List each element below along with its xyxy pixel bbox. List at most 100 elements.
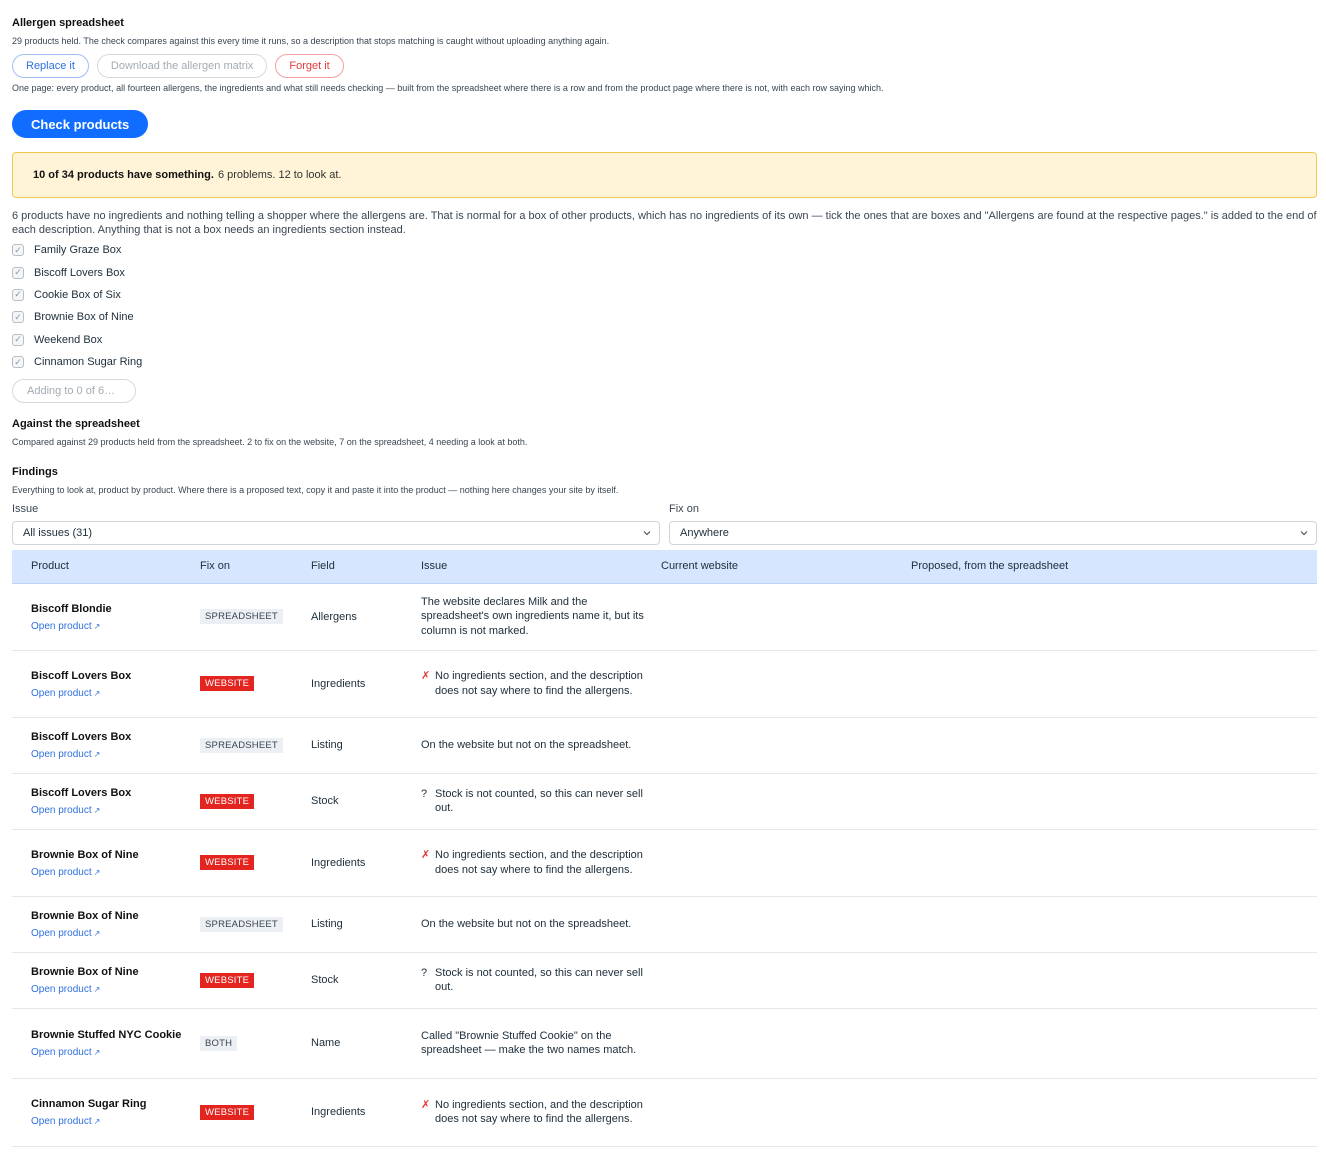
- open-product-link[interactable]: Open product ↗: [31, 749, 100, 760]
- field-cell: Ingredients: [310, 1078, 420, 1147]
- proposed-cell: [910, 896, 1317, 953]
- fixon-filter: Fix on Anywhere: [669, 503, 1317, 545]
- issue-text-wrap: On the website but not on the spreadshee…: [421, 738, 659, 753]
- chevron-down-icon: [1300, 531, 1308, 536]
- open-product-link[interactable]: Open product ↗: [31, 1116, 100, 1127]
- checkbox-label: Brownie Box of Nine: [34, 311, 134, 324]
- fix-on-cell: WEBSITE: [199, 952, 310, 1009]
- box-checkbox-item[interactable]: ✓ Cookie Box of Six: [12, 284, 1317, 306]
- product-cell: Biscoff Lovers Box Open product ↗: [12, 650, 199, 718]
- issue-text-wrap: ? Stock is not counted, so this can never…: [421, 787, 659, 816]
- boxes-intro: 6 products have no ingredients and nothi…: [12, 210, 1317, 236]
- issue-text: Called "Brownie Stuffed Cookie" on the s…: [421, 1029, 637, 1057]
- fix-on-badge: SPREADSHEET: [200, 737, 283, 753]
- checkbox[interactable]: ✓: [12, 311, 24, 324]
- issue-text-wrap: ✗ No ingredients section, and the descrip…: [421, 669, 659, 698]
- issue-cell: ✗ No ingredients section, and the descrip…: [420, 829, 660, 897]
- issue-text-wrap: Called "Brownie Stuffed Cookie" on the s…: [421, 1029, 659, 1058]
- open-product-link[interactable]: Open product ↗: [31, 688, 100, 699]
- proposed-cell: [910, 1078, 1317, 1147]
- open-product-link[interactable]: Open product ↗: [31, 621, 100, 632]
- replace-button[interactable]: Replace it: [12, 54, 89, 78]
- issue-cell: The website declares Milk and the spread…: [420, 583, 660, 651]
- issue-cell: ? Stock is not counted, so this can never…: [420, 952, 660, 1009]
- box-checkbox-item[interactable]: ✓ Weekend Box: [12, 329, 1317, 351]
- fix-on-badge: WEBSITE: [200, 972, 255, 988]
- download-matrix-button[interactable]: Download the allergen matrix: [96, 54, 268, 78]
- issue-cell: ? Stock is not counted, so this can never…: [420, 773, 660, 830]
- checkbox[interactable]: ✓: [12, 244, 24, 257]
- issue-text: No ingredients section, and the descript…: [435, 849, 643, 876]
- current-website-cell: [660, 717, 910, 774]
- field-cell: Stock: [310, 773, 420, 830]
- issue-select[interactable]: All issues (31): [12, 521, 660, 545]
- fix-on-badge: WEBSITE: [200, 793, 255, 809]
- box-checkbox-item[interactable]: ✓ Cinnamon Sugar Ring: [12, 351, 1317, 373]
- checkbox[interactable]: ✓: [12, 288, 24, 301]
- open-product-link[interactable]: Open product ↗: [31, 928, 100, 939]
- product-name: Brownie Box of Nine: [31, 848, 139, 861]
- checkbox[interactable]: ✓: [12, 356, 24, 369]
- checkbox[interactable]: ✓: [12, 333, 24, 346]
- open-product-label: Open product: [31, 1116, 92, 1127]
- findings-table: Product Fix on Field Issue Current websi…: [12, 550, 1317, 1147]
- proposed-cell: [910, 829, 1317, 897]
- forget-button[interactable]: Forget it: [275, 54, 344, 78]
- checkbox-label: Family Graze Box: [34, 244, 122, 257]
- table-row: Cinnamon Sugar Ring Open product ↗ WEBSITE I…: [12, 1078, 1317, 1147]
- checkbox[interactable]: ✓: [12, 266, 24, 279]
- fix-on-cell: BOTH: [199, 1008, 310, 1079]
- issue-cell: On the website but not on the spreadshee…: [420, 717, 660, 774]
- field-cell: Ingredients: [310, 650, 420, 718]
- issue-filter: Issue All issues (31): [12, 503, 660, 545]
- issue-text: On the website but not on the spreadshee…: [421, 917, 632, 930]
- open-product-label: Open product: [31, 805, 92, 816]
- one-page-note: One page: every product, all fourteen al…: [12, 83, 884, 93]
- issue-filter-label: Issue: [12, 503, 39, 515]
- issue-cell: Called "Brownie Stuffed Cookie" on the s…: [420, 1008, 660, 1079]
- table-row: Biscoff Blondie Open product ↗ SPREADSHEET A…: [12, 583, 1317, 651]
- external-link-icon: ↗: [93, 929, 101, 938]
- product-name: Brownie Box of Nine: [31, 966, 139, 978]
- box-checkbox-item[interactable]: ✓ Family Graze Box: [12, 239, 1317, 261]
- field-cell: Stock: [310, 952, 420, 1009]
- fix-on-cell: WEBSITE: [199, 1078, 310, 1147]
- product-name: Biscoff Lovers Box: [31, 787, 132, 799]
- summary-area: 10 of 34 products have something. 6 prob…: [12, 138, 1317, 198]
- issue-text: No ingredients section, and the descript…: [435, 670, 643, 697]
- issue-text-wrap: ✗ No ingredients section, and the descrip…: [421, 1098, 659, 1127]
- against-section: Against the spreadsheet Compared against…: [12, 418, 1317, 449]
- fixon-select[interactable]: Anywhere: [669, 521, 1317, 545]
- fixon-select-value: Anywhere: [680, 527, 729, 539]
- fix-on-cell: WEBSITE: [199, 773, 310, 830]
- open-product-link[interactable]: Open product ↗: [31, 1047, 100, 1058]
- product-cell: Cinnamon Sugar Ring Open product ↗: [12, 1078, 199, 1147]
- proposed-cell: [910, 952, 1317, 1009]
- check-products-button[interactable]: Check products: [12, 110, 149, 138]
- adding-button[interactable]: Adding to 0 of 6…: [12, 379, 136, 404]
- box-checkbox-item[interactable]: ✓ Brownie Box of Nine: [12, 306, 1317, 328]
- issue-cell: On the website but not on the spreadshee…: [420, 896, 660, 953]
- question-icon: ?: [421, 787, 428, 800]
- findings-title: Findings: [12, 466, 58, 478]
- fix-on-cell: WEBSITE: [199, 650, 310, 718]
- fix-on-badge: WEBSITE: [200, 855, 255, 870]
- cross-icon: ✗: [421, 670, 431, 682]
- product-name: Brownie Stuffed NYC Cookie: [31, 1029, 182, 1041]
- open-product-link[interactable]: Open product ↗: [31, 984, 100, 995]
- box-checkbox-item[interactable]: ✓ Biscoff Lovers Box: [12, 261, 1317, 283]
- findings-section: Findings Everything to look at, product …: [12, 466, 1317, 1147]
- issue-text: The website declares Milk and the spread…: [421, 595, 644, 637]
- issue-text-wrap: ? Stock is not counted, so this can never…: [421, 966, 659, 995]
- table-row: Brownie Box of Nine Open product ↗ SPREADSH…: [12, 896, 1317, 953]
- open-product-link[interactable]: Open product ↗: [31, 805, 100, 816]
- current-website-cell: [660, 650, 910, 718]
- open-product-link[interactable]: Open product ↗: [31, 867, 100, 878]
- current-website-cell: [660, 1078, 910, 1147]
- fix-on-badge: SPREADSHEET: [200, 916, 283, 932]
- table-row: Brownie Box of Nine Open product ↗ WEBSITE S…: [12, 952, 1317, 1009]
- proposed-cell: [910, 650, 1317, 718]
- issue-text-wrap: ✗ No ingredients section, and the descrip…: [421, 848, 659, 877]
- allergen-held-text: 29 products held. The check compares aga…: [12, 36, 610, 46]
- fix-on-cell: SPREADSHEET: [199, 896, 310, 953]
